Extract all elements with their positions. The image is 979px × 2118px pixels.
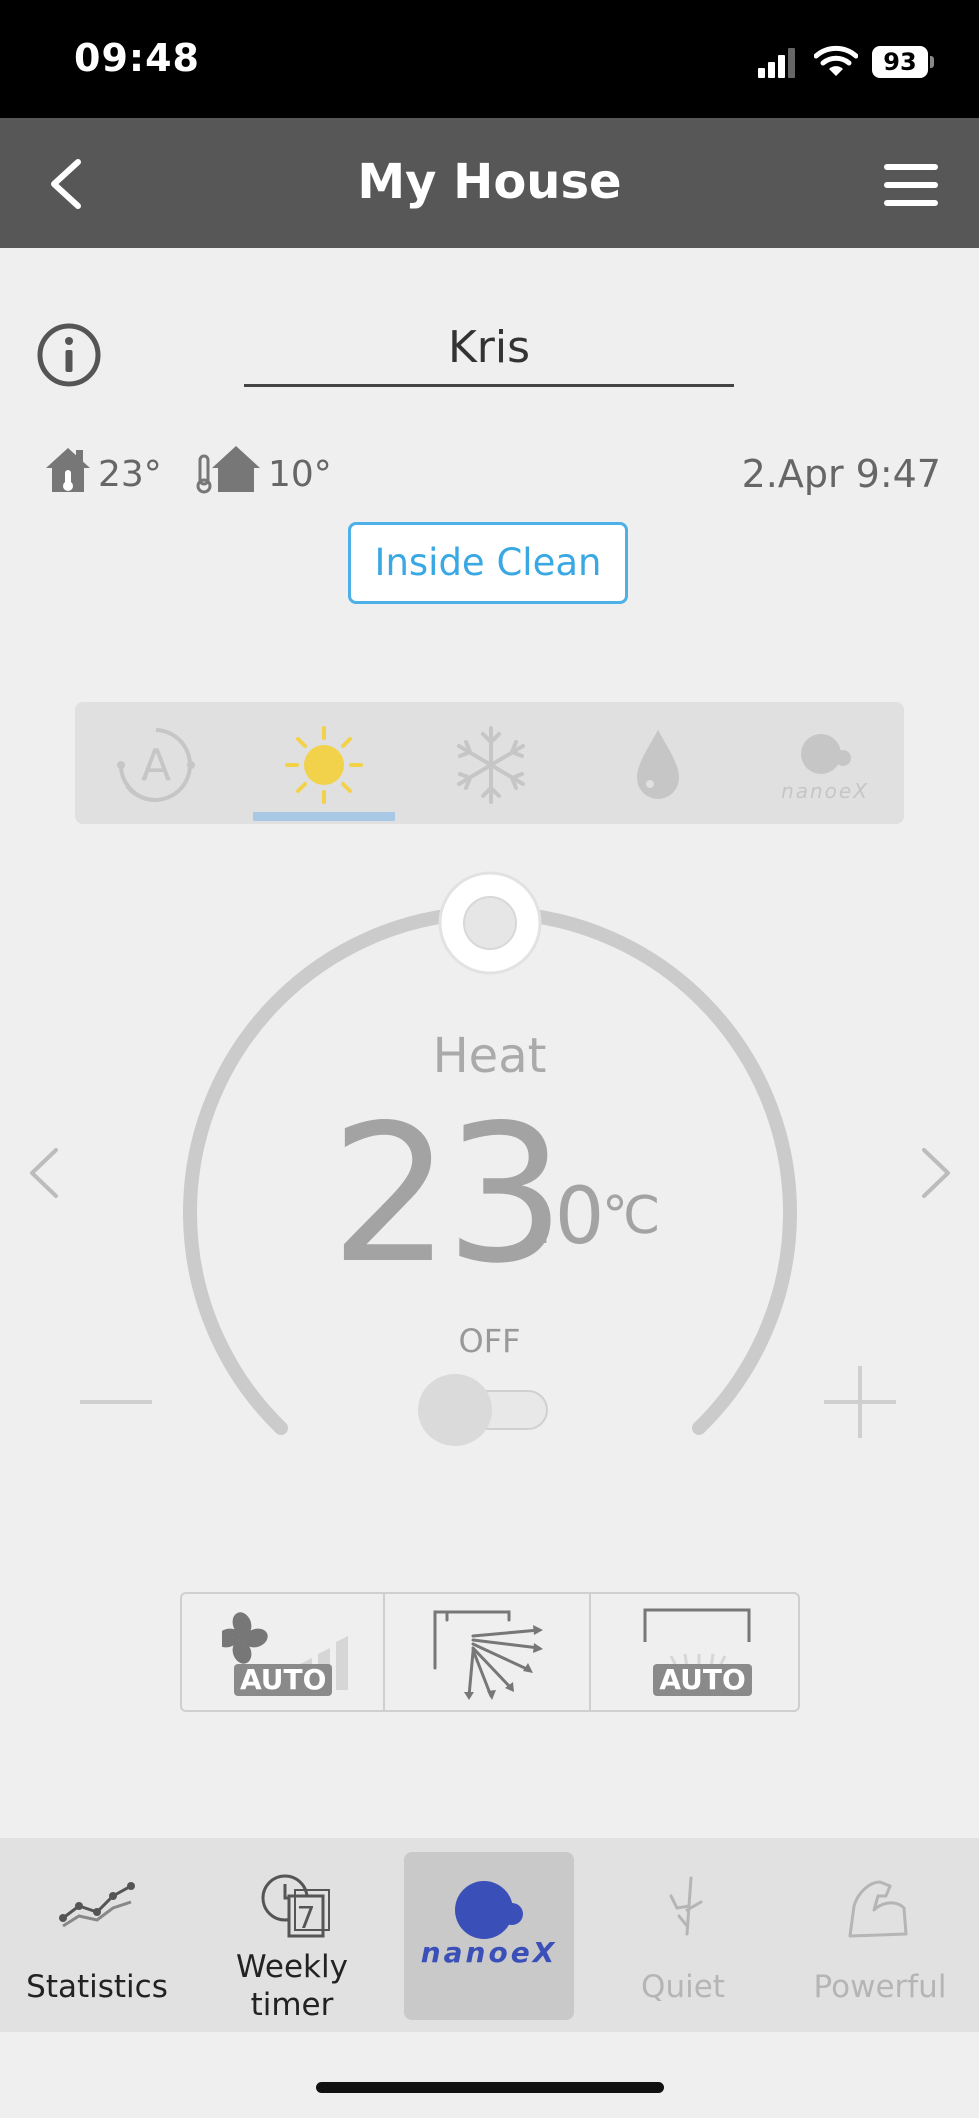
fan-speed-button[interactable]: AUTO <box>182 1594 385 1710</box>
tab-weekly-timer[interactable]: 7 Weekly timer <box>197 1838 387 2032</box>
auto-mode-icon: A <box>117 728 195 802</box>
outdoor-temperature-icon <box>196 446 260 494</box>
fan-auto-badge: AUTO <box>234 1664 333 1696</box>
tab-powerful-label: Powerful <box>813 1969 947 2005</box>
tab-weekly-label-line2: timer <box>250 1987 334 2023</box>
water-drop-icon <box>637 730 679 799</box>
tab-quiet[interactable]: Quiet <box>588 1838 778 2032</box>
set-temperature-value: 23 <box>330 1084 566 1305</box>
hamburger-menu-icon[interactable] <box>880 160 942 210</box>
nanoex-mode-label: nanoeX <box>781 779 869 803</box>
wifi-icon <box>814 45 858 76</box>
power-toggle-knob <box>418 1374 492 1446</box>
quiet-icon <box>669 1876 703 1936</box>
battery-icon: 93 <box>872 46 928 78</box>
svg-text:A: A <box>141 740 171 791</box>
app-header: My House <box>0 118 979 248</box>
current-mode-label: Heat <box>432 1028 547 1084</box>
tab-statistics[interactable]: Statistics <box>2 1838 192 2032</box>
last-update-timestamp: 2.Apr 9:47 <box>741 452 941 496</box>
tab-powerful[interactable]: Powerful <box>785 1838 975 2032</box>
mode-auto-button[interactable]: A <box>85 702 225 824</box>
statistics-chart-icon <box>59 1882 135 1928</box>
mode-cool-button[interactable] <box>420 702 560 824</box>
info-icon[interactable] <box>36 322 102 388</box>
next-device-icon[interactable] <box>918 1146 954 1200</box>
horizontal-swing-icon <box>433 1610 543 1700</box>
tab-statistics-label: Statistics <box>26 1969 168 2005</box>
vertical-auto-badge: AUTO <box>653 1664 752 1696</box>
increase-temperature-button[interactable] <box>822 1364 898 1440</box>
battery-tip <box>930 56 934 68</box>
vertical-swing-button[interactable]: AUTO <box>591 1594 798 1710</box>
power-toggle[interactable] <box>418 1374 548 1446</box>
previous-device-icon[interactable] <box>26 1146 62 1200</box>
temperature-unit: ℃ <box>602 1186 661 1246</box>
powerful-arm-icon <box>848 1880 908 1938</box>
svg-text:7: 7 <box>296 1901 315 1936</box>
set-temperature-decimal: .0 <box>530 1172 605 1262</box>
indoor-temperature-icon <box>46 448 90 492</box>
page-title: My House <box>357 154 622 210</box>
app-screen: 09:48 93 My House Kris 23° 10° 2.Apr 9:4… <box>0 0 979 2118</box>
device-name-field[interactable]: Kris <box>244 318 734 387</box>
power-status-label: OFF <box>458 1322 521 1360</box>
airflow-controls: AUTO AUTO <box>180 1592 800 1712</box>
status-bar: 09:48 93 <box>0 0 979 118</box>
tab-quiet-label: Quiet <box>641 1969 725 2005</box>
signal-icon <box>758 48 795 78</box>
status-time: 09:48 <box>74 36 200 80</box>
snowflake-icon <box>457 726 525 804</box>
outdoor-temperature: 10° <box>268 454 332 495</box>
home-indicator <box>316 2082 664 2093</box>
indoor-temperature: 23° <box>98 454 162 495</box>
horizontal-swing-button[interactable] <box>385 1594 592 1710</box>
mode-heat-button[interactable] <box>253 702 393 824</box>
selected-mode-indicator <box>253 812 395 821</box>
weekly-timer-icon: 7 <box>261 1874 330 1938</box>
mode-nanoex-button[interactable]: nanoeX <box>755 702 895 824</box>
decrease-temperature-button[interactable] <box>78 1390 154 1414</box>
inside-clean-button[interactable]: Inside Clean <box>348 522 628 604</box>
tab-nanoex[interactable]: nanoeX <box>394 1838 584 2032</box>
tab-nanoex-label: nanoeX <box>421 1936 558 1968</box>
nanoex-mode-icon: nanoeX <box>781 734 869 803</box>
nanoex-logo-icon: nanoeX <box>421 1881 558 1968</box>
sun-icon <box>285 726 363 804</box>
mode-selector: A nanoeX <box>75 702 904 824</box>
tab-weekly-label-line1: Weekly <box>236 1949 348 1985</box>
mode-dry-button[interactable] <box>587 702 727 824</box>
